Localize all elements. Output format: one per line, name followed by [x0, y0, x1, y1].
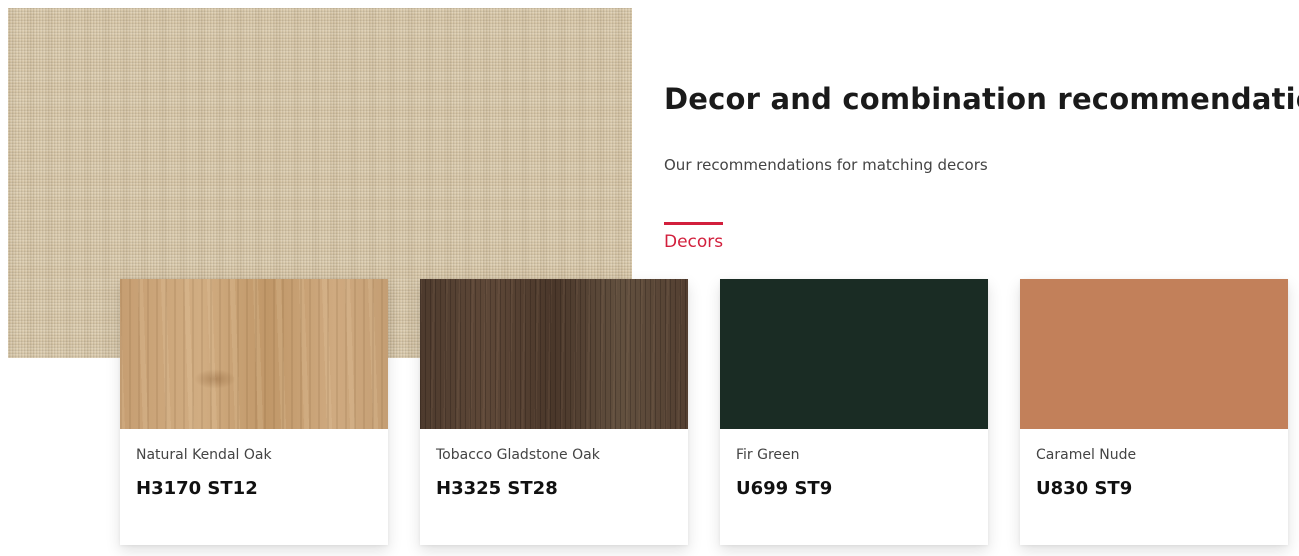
decor-swatch-image — [1020, 279, 1288, 429]
tab-decors[interactable]: Decors — [664, 222, 723, 252]
decor-name: Caramel Nude — [1036, 447, 1137, 463]
section-subtitle: Our recommendations for matching decors — [664, 156, 988, 174]
section-title: Decor and combination recommendations — [664, 82, 1299, 116]
decor-card-tobacco-gladstone-oak[interactable]: Tobacco Gladstone Oak H3325 ST28 — [420, 279, 688, 545]
decor-name: Fir Green — [736, 447, 800, 463]
decor-swatch-image — [120, 279, 388, 429]
decor-code: H3170 ST12 — [136, 478, 258, 499]
tab-active-indicator — [664, 222, 723, 225]
tab-label: Decors — [664, 232, 724, 252]
decor-card-natural-kendal-oak[interactable]: Natural Kendal Oak H3170 ST12 — [120, 279, 388, 545]
decor-name: Natural Kendal Oak — [136, 447, 272, 463]
decor-code: H3325 ST28 — [436, 478, 558, 499]
decor-name: Tobacco Gladstone Oak — [436, 447, 600, 463]
decor-swatch-image — [720, 279, 988, 429]
decor-code: U830 ST9 — [1036, 478, 1133, 499]
decor-code: U699 ST9 — [736, 478, 833, 499]
decor-card-caramel-nude[interactable]: Caramel Nude U830 ST9 — [1020, 279, 1288, 545]
decor-swatch-image — [420, 279, 688, 429]
decor-card-fir-green[interactable]: Fir Green U699 ST9 — [720, 279, 988, 545]
